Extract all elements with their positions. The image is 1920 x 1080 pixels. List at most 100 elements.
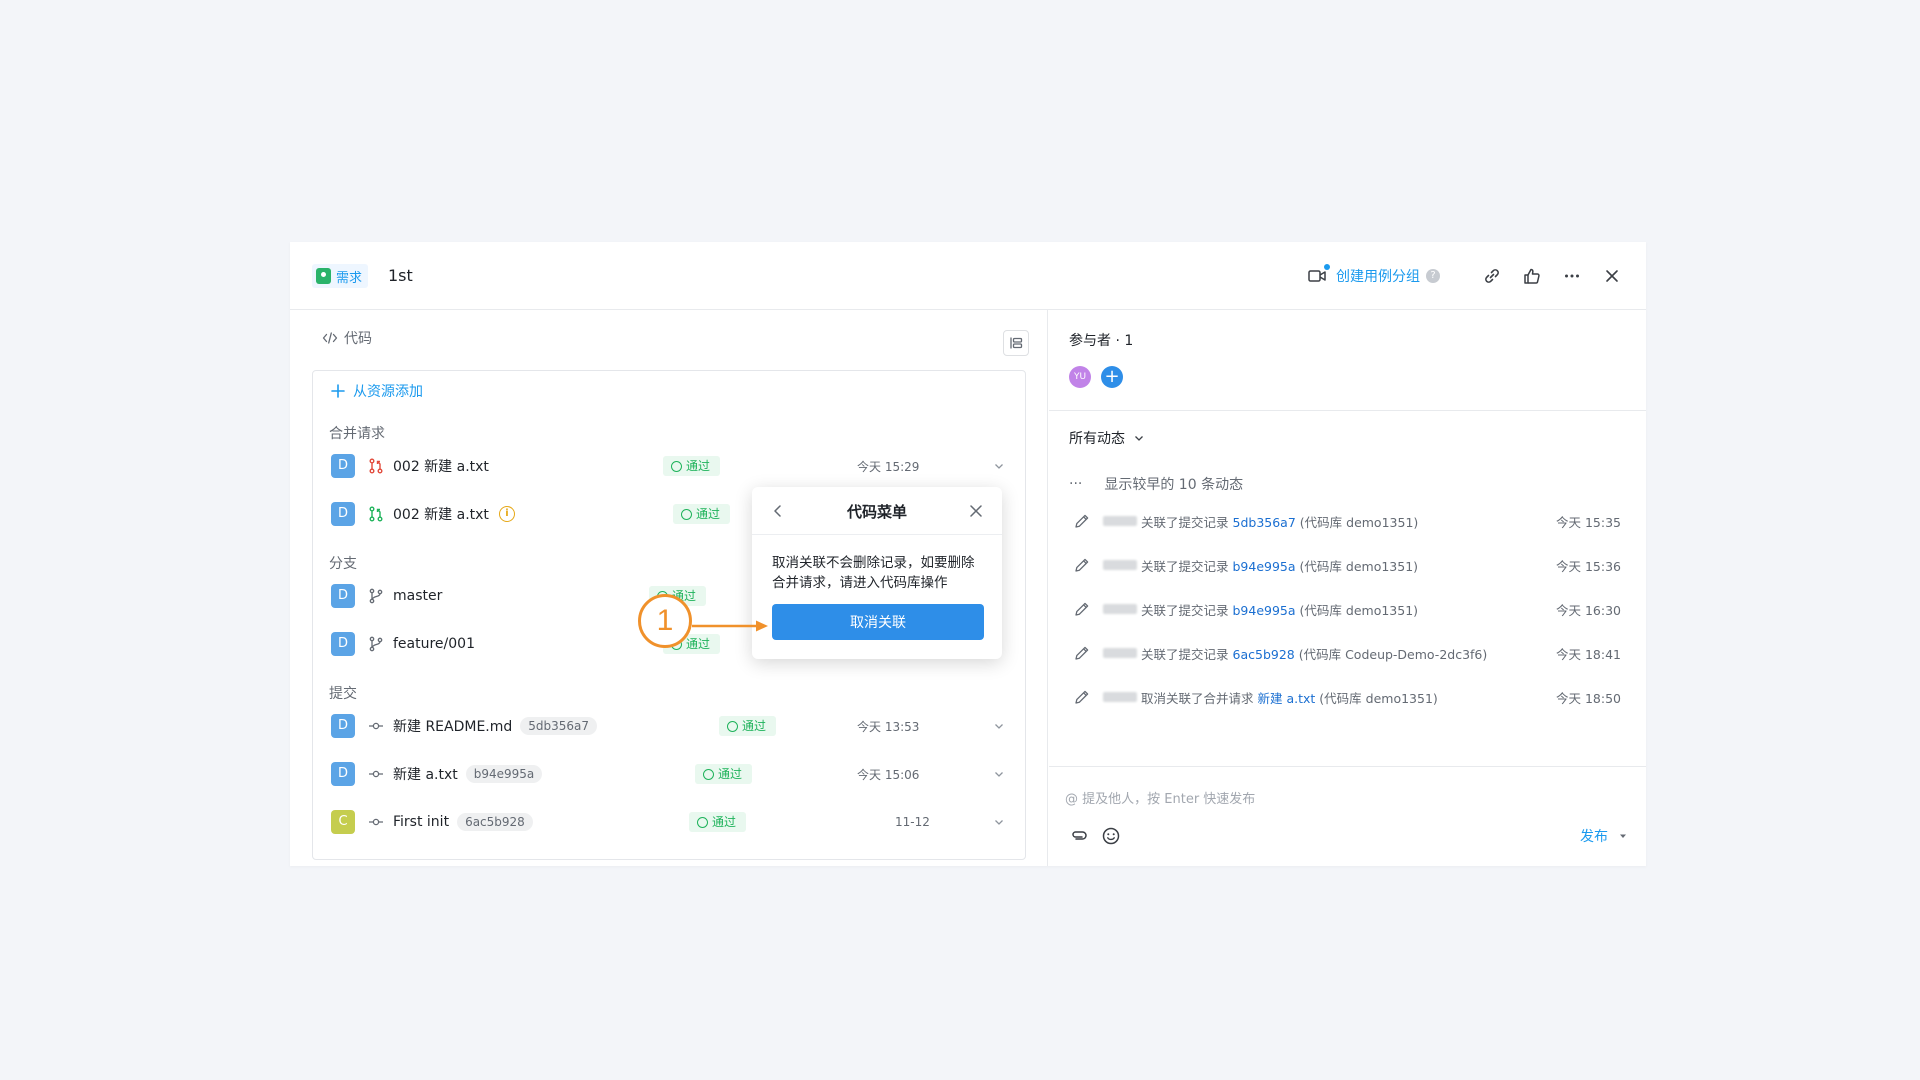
add-from-resource-button[interactable]: 从资源添加 (331, 381, 423, 401)
help-icon[interactable]: ? (1426, 269, 1440, 283)
participants-list: YU + (1069, 366, 1123, 388)
pass-icon (681, 508, 692, 520)
branch-name: feature/001 (393, 636, 475, 652)
composer-tools (1069, 826, 1121, 846)
status-badge: 通过 (695, 764, 753, 784)
code-menu-popup: 代码菜单 取消关联不会删除记录，如要删除合并请求，请进入代码库操作 取消关联 (752, 487, 1002, 659)
video-button[interactable] (1306, 264, 1330, 287)
avatar: D (331, 632, 355, 656)
notification-dot (1324, 264, 1330, 270)
activity-time: 今天 15:35 (1556, 514, 1621, 530)
step-marker: 1 (638, 594, 692, 648)
commit-link[interactable]: 6ac5b928 (1233, 647, 1295, 662)
chevron-down-icon[interactable] (993, 768, 1005, 780)
merge-request-link[interactable]: 新建 a.txt (1258, 691, 1316, 706)
commit-link[interactable]: b94e995a (1233, 603, 1296, 618)
close-icon[interactable] (968, 503, 984, 519)
caret-down-icon (1620, 834, 1626, 838)
emoji-icon[interactable] (1101, 826, 1121, 846)
show-older-label: 显示较早的 10 条动态 (1104, 477, 1244, 493)
activity-filter-label: 所有动态 (1069, 431, 1125, 447)
row-time: 今天 13:53 (857, 719, 920, 734)
arrow-icon (692, 620, 768, 632)
commit-hash: 6ac5b928 (457, 813, 533, 831)
branch-icon (367, 635, 385, 653)
commit-icon (367, 717, 385, 735)
commit-row[interactable]: C First init 6ac5b928 通过 11-12 (331, 807, 1011, 837)
layout-toggle-button[interactable] (1003, 330, 1029, 356)
activity-filter-dropdown[interactable]: 所有动态 (1069, 428, 1145, 448)
status-label: 通过 (686, 637, 711, 651)
attachment-icon[interactable] (1069, 826, 1089, 846)
status-label: 通过 (686, 459, 711, 473)
activity-time: 今天 15:36 (1556, 558, 1621, 574)
more-icon (1565, 274, 1579, 278)
thumbs-up-icon (1524, 268, 1540, 284)
row-time: 今天 15:29 (857, 459, 920, 474)
activity-time: 今天 18:41 (1556, 646, 1621, 662)
commit-row[interactable]: D 新建 a.txt b94e995a 通过 今天 15:06 (331, 759, 1011, 789)
pass-icon (727, 720, 738, 732)
activity-time: 今天 16:30 (1556, 602, 1621, 618)
commit-name: 新建 README.md (393, 719, 513, 735)
type-tag[interactable]: 需求 (312, 264, 369, 288)
activity-text: 关联了提交记录 b94e995a (代码库 demo1351) (1141, 602, 1419, 618)
participants-title: 参与者 · 1 (1069, 333, 1134, 349)
avatar: D (331, 762, 355, 786)
commit-link[interactable]: b94e995a (1233, 559, 1296, 574)
avatar: D (331, 502, 355, 526)
pencil-icon (1075, 558, 1089, 572)
commit-name: First init (393, 814, 450, 830)
merge-requests-heading: 合并请求 (329, 426, 385, 442)
like-button[interactable] (1520, 264, 1544, 288)
popup-title: 代码菜单 (846, 503, 907, 521)
avatar: D (331, 454, 355, 478)
publish-button[interactable]: 发布 (1580, 826, 1628, 846)
avatar: D (331, 714, 355, 738)
create-case-group-link[interactable]: 创建用例分组 (1336, 266, 1420, 286)
warning-icon[interactable]: i (498, 506, 515, 522)
requirement-icon (316, 268, 331, 284)
close-button[interactable] (1600, 264, 1624, 288)
close-icon (1606, 270, 1618, 282)
chevron-down-icon[interactable] (993, 720, 1005, 732)
code-icon (322, 332, 338, 344)
row-time: 今天 15:06 (857, 767, 920, 782)
header-actions: 创建用例分组 ? (1306, 260, 1624, 292)
more-button[interactable] (1560, 264, 1584, 288)
pencil-icon (1075, 646, 1089, 660)
divider (1049, 766, 1646, 767)
pass-icon (703, 768, 714, 780)
commit-icon (367, 765, 385, 783)
redacted-user (1103, 516, 1137, 526)
pencil-icon (1075, 690, 1089, 704)
merge-request-name: 002 新建 a.txt (393, 507, 489, 523)
show-older-activities[interactable]: ··· 显示较早的 10 条动态 (1069, 474, 1243, 494)
status-label: 通过 (742, 719, 767, 733)
status-badge: 通过 (673, 504, 731, 524)
commit-link[interactable]: 5db356a7 (1233, 515, 1296, 530)
code-section-label: 代码 (344, 331, 372, 347)
status-label: 通过 (718, 767, 743, 781)
unlink-button[interactable]: 取消关联 (772, 604, 984, 640)
merge-request-row[interactable]: D 002 新建 a.txt 通过 今天 15:29 (331, 451, 1011, 481)
copy-link-button[interactable] (1480, 264, 1504, 288)
chevron-down-icon[interactable] (993, 460, 1005, 472)
activity-item: 关联了提交记录 b94e995a (代码库 demo1351) 今天 16:30 (1069, 597, 1629, 621)
publish-label: 发布 (1580, 829, 1608, 845)
commit-row[interactable]: D 新建 README.md 5db356a7 通过 今天 13:53 (331, 711, 1011, 741)
comment-input[interactable]: @ 提及他人，按 Enter 快速发布 (1065, 788, 1255, 807)
redacted-user (1103, 648, 1137, 658)
activity-item: 关联了提交记录 b94e995a (代码库 demo1351) 今天 15:36 (1069, 553, 1629, 577)
activity-text: 关联了提交记录 b94e995a (代码库 demo1351) (1141, 558, 1419, 574)
commit-hash: b94e995a (465, 765, 543, 783)
more-dots-icon: ··· (1069, 476, 1083, 492)
avatar[interactable]: YU (1069, 366, 1091, 388)
row-time: 11-12 (895, 815, 930, 829)
redacted-user (1103, 692, 1137, 702)
add-participant-button[interactable]: + (1101, 366, 1123, 388)
chevron-down-icon[interactable] (993, 816, 1005, 828)
merge-request-closed-icon (367, 457, 385, 475)
status-label: 通过 (712, 815, 737, 829)
type-label: 需求 (336, 270, 363, 286)
